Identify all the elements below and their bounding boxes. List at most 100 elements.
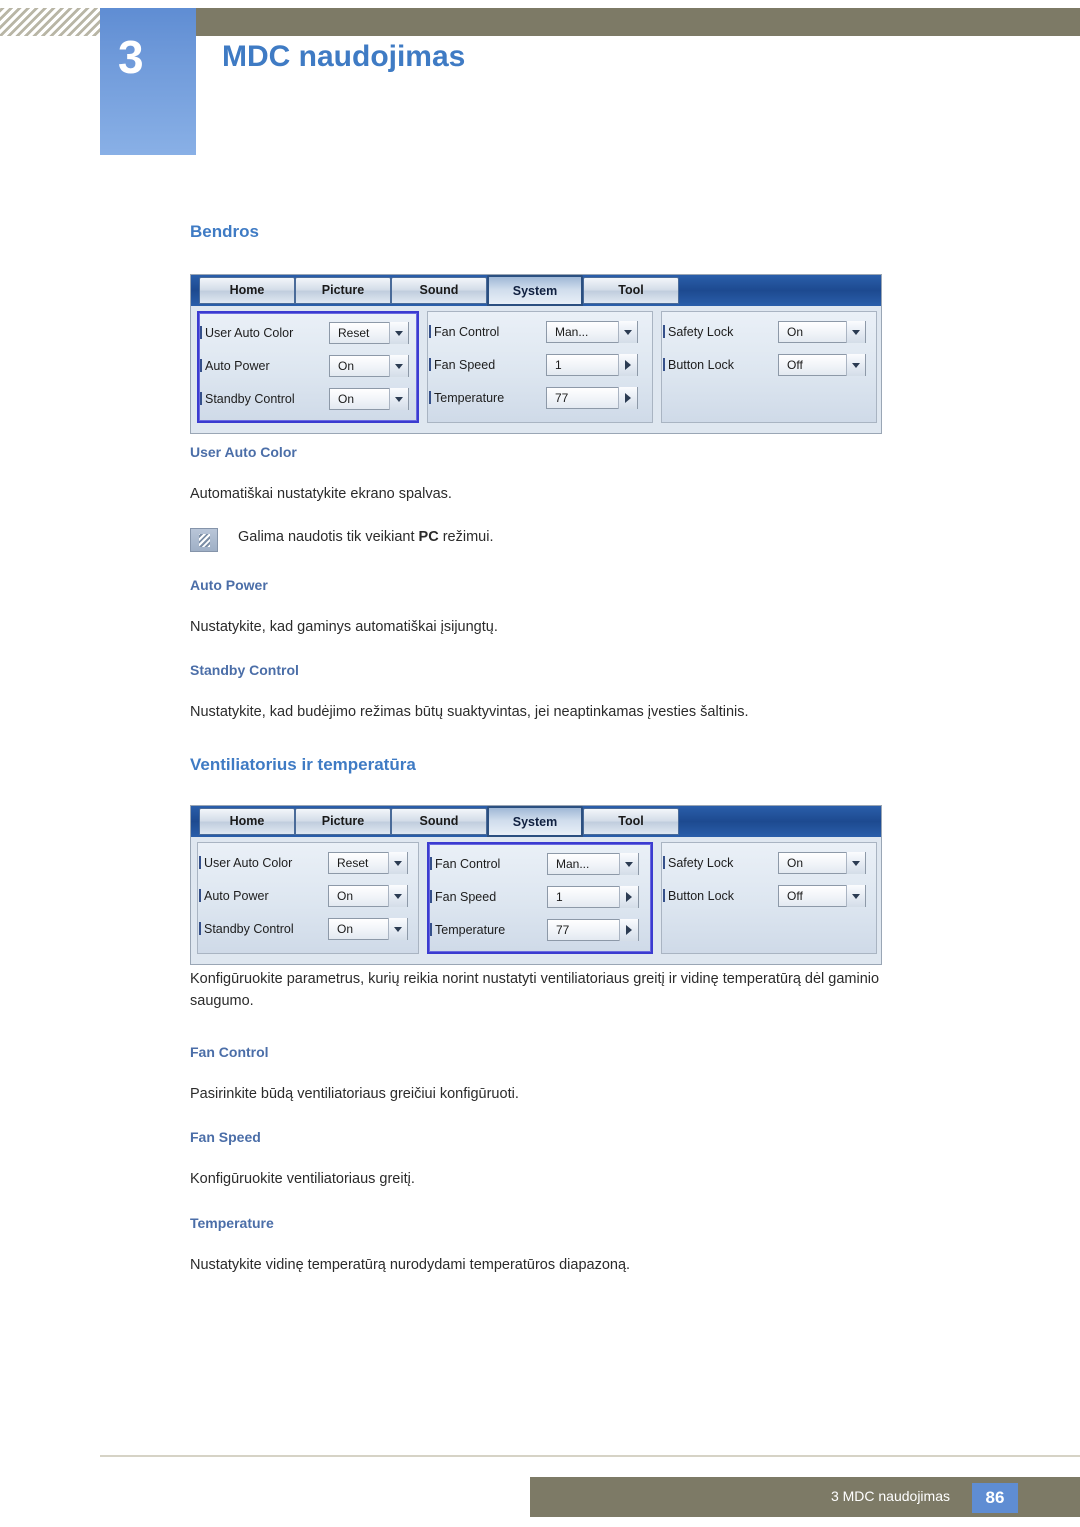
chevron-down-icon[interactable] — [388, 852, 407, 874]
stepper-right-icon[interactable] — [619, 886, 638, 908]
row-button-lock[interactable]: Button Lock Off — [662, 353, 872, 377]
dropdown-button-lock[interactable]: Off — [778, 885, 866, 907]
paragraph-auto-power: Nustatykite, kad gaminys automatiškai įs… — [190, 619, 498, 635]
header-hatch-decoration — [0, 8, 100, 36]
row-standby-control[interactable]: Standby Control On — [200, 387, 415, 411]
tab-system[interactable]: System — [487, 275, 583, 306]
dropdown-user-auto-color[interactable]: Reset — [329, 322, 409, 344]
dropdown-auto-power[interactable]: On — [329, 355, 409, 377]
chevron-down-icon[interactable] — [389, 388, 408, 410]
label-fan-speed: Fan Speed — [429, 885, 496, 909]
dropdown-button-lock-value: Off — [787, 358, 803, 372]
subheading-auto-power: Auto Power — [190, 577, 268, 593]
row-auto-power[interactable]: Auto Power On — [200, 354, 415, 378]
page-title: MDC naudojimas — [222, 40, 466, 73]
group-locks[interactable]: Safety Lock On Button Lock Off — [661, 842, 877, 954]
chevron-down-icon[interactable] — [619, 853, 638, 875]
group-fan-temperature[interactable]: Fan Control Man... Fan Speed 1 Temperatu… — [427, 311, 653, 423]
section-heading-bendros: Bendros — [190, 222, 259, 241]
chevron-down-icon[interactable] — [388, 918, 407, 940]
panel-tab-bar: Home Picture Sound System Tool — [191, 806, 881, 837]
dropdown-safety-lock[interactable]: On — [778, 321, 866, 343]
note-text: Galima naudotis tik veikiant PC režimui. — [238, 529, 493, 545]
label-user-auto-color: User Auto Color — [198, 851, 292, 875]
dropdown-fan-control-value: Man... — [556, 857, 590, 871]
stepper-right-icon[interactable] — [618, 387, 637, 409]
tab-home[interactable]: Home — [199, 808, 295, 835]
group-general[interactable]: User Auto Color Reset Auto Power On Stan… — [197, 311, 419, 423]
row-temperature[interactable]: Temperature 77 — [428, 386, 648, 410]
group-general[interactable]: User Auto Color Reset Auto Power On Stan… — [197, 842, 419, 954]
group-locks[interactable]: Safety Lock On Button Lock Off — [661, 311, 877, 423]
dropdown-safety-lock[interactable]: On — [778, 852, 866, 874]
row-temperature[interactable]: Temperature 77 — [429, 918, 649, 942]
tab-picture[interactable]: Picture — [295, 808, 391, 835]
tab-home[interactable]: Home — [199, 277, 295, 304]
row-fan-control[interactable]: Fan Control Man... — [428, 320, 648, 344]
chevron-down-icon[interactable] — [846, 321, 865, 343]
dropdown-standby-control-value: On — [338, 392, 355, 406]
mdc-system-panel-general[interactable]: Home Picture Sound System Tool User Auto… — [190, 274, 882, 434]
chevron-down-icon[interactable] — [618, 321, 637, 343]
row-user-auto-color[interactable]: User Auto Color Reset — [199, 321, 415, 345]
stepper-right-icon[interactable] — [618, 354, 637, 376]
stepper-right-icon[interactable] — [619, 919, 638, 941]
label-fan-control: Fan Control — [429, 852, 500, 876]
paragraph-fan-intro: Konfigūruokite parametrus, kurių reikia … — [190, 971, 880, 1010]
dropdown-user-auto-color[interactable]: Reset — [328, 852, 408, 874]
row-auto-power[interactable]: Auto Power On — [199, 884, 414, 908]
chevron-down-icon[interactable] — [389, 322, 408, 344]
tab-sound[interactable]: Sound — [391, 808, 487, 835]
subheading-fan-control: Fan Control — [190, 1044, 269, 1060]
label-user-auto-color: User Auto Color — [199, 321, 293, 345]
note-text-bold: PC — [418, 529, 439, 545]
chevron-down-icon[interactable] — [846, 354, 865, 376]
tab-sound[interactable]: Sound — [391, 277, 487, 304]
row-safety-lock[interactable]: Safety Lock On — [662, 851, 872, 875]
dropdown-button-lock-value: Off — [787, 889, 803, 903]
chevron-down-icon[interactable] — [389, 355, 408, 377]
subheading-fan-speed: Fan Speed — [190, 1129, 261, 1145]
group-fan-temperature[interactable]: Fan Control Man... Fan Speed 1 Temperatu… — [427, 842, 653, 954]
spinner-temperature[interactable]: 77 — [546, 387, 638, 409]
row-safety-lock[interactable]: Safety Lock On — [662, 320, 872, 344]
dropdown-fan-control[interactable]: Man... — [547, 853, 639, 875]
spinner-fan-speed-value: 1 — [556, 890, 563, 904]
dropdown-button-lock[interactable]: Off — [778, 354, 866, 376]
label-standby-control: Standby Control — [200, 387, 295, 411]
dropdown-standby-control[interactable]: On — [328, 918, 408, 940]
row-fan-control[interactable]: Fan Control Man... — [429, 852, 649, 876]
chevron-down-icon[interactable] — [846, 885, 865, 907]
row-button-lock[interactable]: Button Lock Off — [662, 884, 872, 908]
dropdown-fan-control-value: Man... — [555, 325, 589, 339]
row-user-auto-color[interactable]: User Auto Color Reset — [198, 851, 414, 875]
tab-picture[interactable]: Picture — [295, 277, 391, 304]
tab-tool[interactable]: Tool — [583, 808, 679, 835]
spinner-temperature-value: 77 — [556, 923, 570, 937]
chevron-down-icon[interactable] — [388, 885, 407, 907]
row-fan-speed[interactable]: Fan Speed 1 — [428, 353, 648, 377]
tab-tool[interactable]: Tool — [583, 277, 679, 304]
paragraph-temperature: Nustatykite vidinę temperatūrą nurodydam… — [190, 1257, 631, 1273]
dropdown-auto-power-value: On — [338, 359, 355, 373]
chapter-number-box — [100, 8, 196, 155]
page-header: 3 MDC naudojimas — [0, 0, 1080, 155]
label-safety-lock: Safety Lock — [662, 851, 733, 875]
chevron-down-icon[interactable] — [846, 852, 865, 874]
row-fan-speed[interactable]: Fan Speed 1 — [429, 885, 649, 909]
note-text-before: Galima naudotis tik veikiant — [238, 529, 419, 545]
dropdown-auto-power[interactable]: On — [328, 885, 408, 907]
spinner-temperature[interactable]: 77 — [547, 919, 639, 941]
spinner-fan-speed[interactable]: 1 — [546, 354, 638, 376]
spinner-temperature-value: 77 — [555, 391, 569, 405]
note-text-after: režimui. — [438, 529, 494, 545]
dropdown-fan-control[interactable]: Man... — [546, 321, 638, 343]
mdc-system-panel-fan[interactable]: Home Picture Sound System Tool User Auto… — [190, 805, 882, 965]
dropdown-standby-control[interactable]: On — [329, 388, 409, 410]
label-button-lock: Button Lock — [662, 353, 734, 377]
spinner-fan-speed[interactable]: 1 — [547, 886, 639, 908]
tab-system[interactable]: System — [487, 806, 583, 837]
footer-divider — [100, 1455, 1080, 1457]
label-auto-power: Auto Power — [200, 354, 270, 378]
row-standby-control[interactable]: Standby Control On — [199, 917, 414, 941]
